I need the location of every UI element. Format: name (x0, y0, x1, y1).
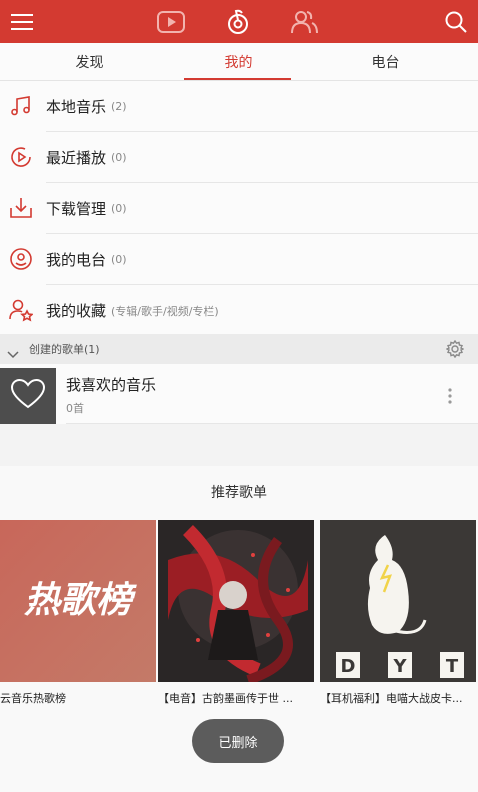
search-icon[interactable] (442, 0, 470, 43)
collection-icon (9, 298, 34, 322)
video-icon[interactable] (155, 0, 187, 43)
chevron-down-icon[interactable] (7, 344, 19, 363)
menu-item-label: 我的收藏 (46, 302, 107, 320)
cover-letter: D (341, 656, 356, 677)
card-cover: D Y T (320, 520, 476, 682)
my-music-menu: 本地音乐 (2) 最近播放 (0) 下载管理 (0) 我的电台 (0) 我的收藏 (专辑/… (0, 81, 478, 336)
recommended-card-headphone[interactable]: D Y T 【耳机福利】电喵大战皮卡... (320, 520, 476, 706)
playlist-cover (0, 368, 56, 424)
music-note-icon (9, 94, 33, 118)
recommended-card-electronic[interactable]: 【电音】古韵墨画传于世 ... (158, 520, 314, 706)
menu-item-count: (0) (111, 202, 127, 215)
menu-item-downloads[interactable]: 下载管理 (0) (0, 183, 478, 234)
recent-play-icon (9, 145, 33, 169)
top-app-bar (0, 0, 478, 43)
gear-icon[interactable] (445, 339, 465, 362)
tab-discover[interactable]: 发现 (10, 43, 169, 81)
card-caption: 【电音】古韵墨画传于世 ... (158, 692, 293, 705)
playlist-item-favorites[interactable]: 我喜欢的音乐 0首 (0, 364, 478, 424)
menu-item-count: (专辑/歌手/视频/专栏) (111, 304, 219, 318)
card-caption: 云音乐热歌榜 (0, 692, 66, 705)
card-cover (158, 520, 314, 682)
menu-item-local-music[interactable]: 本地音乐 (2) (0, 81, 478, 132)
more-options-icon[interactable] (440, 384, 460, 408)
menu-item-label: 下载管理 (46, 200, 107, 218)
menu-icon[interactable] (8, 0, 36, 43)
card-caption: 【耳机福利】电喵大战皮卡... (320, 692, 463, 705)
recommended-card-hot-songs[interactable]: 热歌榜 云音乐热歌榜 (0, 520, 156, 706)
created-playlists-header[interactable]: 创建的歌单(1) (0, 334, 478, 364)
menu-item-label: 最近播放 (46, 149, 107, 167)
created-playlists-label: 创建的歌单(1) (29, 343, 100, 356)
menu-item-count: (0) (111, 253, 127, 266)
cover-text: 热歌榜 (24, 580, 137, 621)
menu-item-label: 本地音乐 (46, 98, 107, 116)
menu-item-collection[interactable]: 我的收藏 (专辑/歌手/视频/专栏) (0, 285, 478, 336)
menu-item-label: 我的电台 (46, 251, 107, 269)
tab-radio[interactable]: 电台 (306, 43, 465, 81)
card-cover: 热歌榜 (0, 520, 156, 682)
menu-item-count: (2) (111, 100, 127, 113)
radio-icon (9, 247, 33, 271)
menu-item-recent-play[interactable]: 最近播放 (0) (0, 132, 478, 183)
main-tabs: 发现 我的 电台 (0, 43, 478, 81)
playlist-count: 0首 (66, 402, 84, 415)
cover-letter: Y (392, 656, 407, 677)
tab-mine[interactable]: 我的 (159, 43, 318, 81)
menu-item-my-radio[interactable]: 我的电台 (0) (0, 234, 478, 285)
heart-icon (10, 378, 46, 413)
music-icon[interactable] (223, 0, 253, 43)
section-spacer (0, 424, 478, 466)
playlist-title: 我喜欢的音乐 (66, 376, 157, 394)
recommended-title: 推荐歌单 (211, 485, 267, 501)
active-tab-indicator (184, 78, 291, 80)
menu-item-count: (0) (111, 151, 127, 164)
download-icon (9, 196, 33, 220)
friends-icon[interactable] (288, 0, 320, 43)
cover-letter: T (446, 656, 459, 677)
deleted-toast: 已删除 (192, 719, 284, 763)
